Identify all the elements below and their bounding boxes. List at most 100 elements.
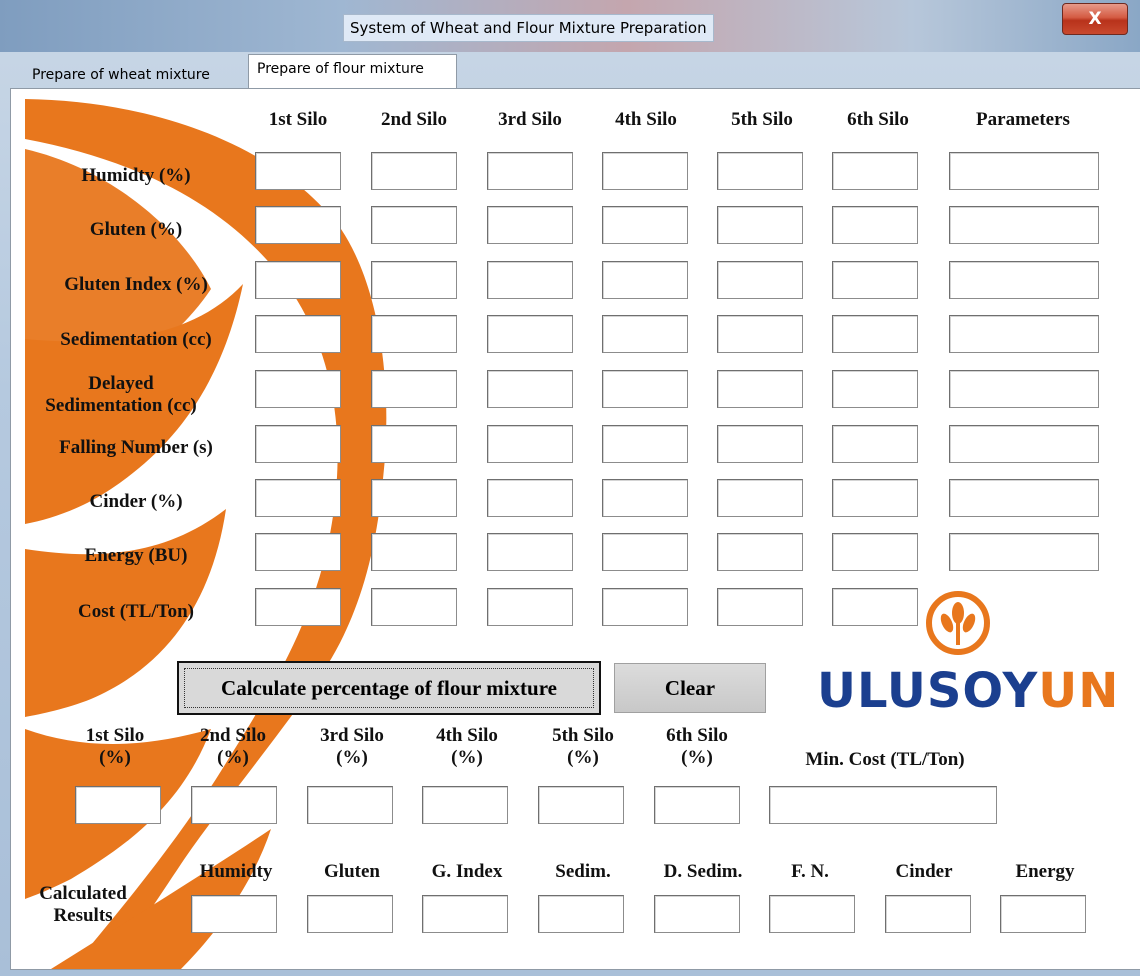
silo6-humidity-input[interactable]	[832, 152, 918, 190]
silo1-energy-input[interactable]	[255, 533, 341, 571]
silo6-falling-number-input[interactable]	[832, 425, 918, 463]
silo1-sedimentation-input[interactable]	[255, 315, 341, 353]
parameter-falling-number-input[interactable]	[949, 425, 1099, 463]
silo2-delayed-sedimentation-input[interactable]	[371, 370, 457, 408]
silo6-delayed-sedimentation-input[interactable]	[832, 370, 918, 408]
silo1-cost-input[interactable]	[255, 588, 341, 626]
result-label-gluten: Gluten	[324, 861, 380, 882]
tab-strip: Prepare of wheat mixture Prepare of flou…	[10, 52, 1138, 88]
silo3-humidity-input[interactable]	[487, 152, 573, 190]
silo3-gluten-input[interactable]	[487, 206, 573, 244]
silo1-gluten-index-input[interactable]	[255, 261, 341, 299]
result-label-cinder: Cinder	[895, 861, 953, 882]
silo6-gluten-input[interactable]	[832, 206, 918, 244]
logo-text-ulusoy: ULUSOY	[817, 663, 1039, 719]
result-humidity-field[interactable]	[191, 895, 277, 933]
min-cost-label: Min. Cost (TL/Ton)	[805, 749, 965, 770]
silo6-sedimentation-input[interactable]	[832, 315, 918, 353]
silo3-percentage-field[interactable]	[307, 786, 393, 824]
silo5-gluten-input[interactable]	[717, 206, 803, 244]
result-falling-number-field[interactable]	[769, 895, 855, 933]
silo5-delayed-sedimentation-input[interactable]	[717, 370, 803, 408]
parameter-gluten-index-input[interactable]	[949, 261, 1099, 299]
silo5-humidity-input[interactable]	[717, 152, 803, 190]
result-sedim-field[interactable]	[538, 895, 624, 933]
silo1-falling-number-input[interactable]	[255, 425, 341, 463]
silo1-gluten-input[interactable]	[255, 206, 341, 244]
close-button[interactable]: X	[1062, 3, 1128, 35]
silo5-gluten-index-input[interactable]	[717, 261, 803, 299]
silo1-cinder-input[interactable]	[255, 479, 341, 517]
col-header-silo3: 3rd Silo	[498, 109, 562, 130]
title-bar[interactable]: System of Wheat and Flour Mixture Prepar…	[0, 0, 1140, 52]
silo3-delayed-sedimentation-input[interactable]	[487, 370, 573, 408]
silo1-percentage-field[interactable]	[75, 786, 161, 824]
parameter-delayed-sedimentation-input[interactable]	[949, 370, 1099, 408]
col-header-silo4: 4th Silo	[615, 109, 677, 130]
result-gluten-field[interactable]	[307, 895, 393, 933]
silo3-energy-input[interactable]	[487, 533, 573, 571]
min-cost-field[interactable]	[769, 786, 997, 824]
silo6-cinder-input[interactable]	[832, 479, 918, 517]
silo2-energy-input[interactable]	[371, 533, 457, 571]
silo2-gluten-index-input[interactable]	[371, 261, 457, 299]
silo4-sedimentation-input[interactable]	[602, 315, 688, 353]
silo6-energy-input[interactable]	[832, 533, 918, 571]
silo6-gluten-index-input[interactable]	[832, 261, 918, 299]
clear-button[interactable]: Clear	[614, 663, 766, 713]
silo5-falling-number-input[interactable]	[717, 425, 803, 463]
silo2-humidity-input[interactable]	[371, 152, 457, 190]
calculate-button[interactable]: Calculate percentage of flour mixture	[177, 661, 601, 715]
silo2-cost-input[interactable]	[371, 588, 457, 626]
silo5-cost-input[interactable]	[717, 588, 803, 626]
pct-label-silo1: 1st Silo (%)	[85, 725, 145, 768]
silo2-sedimentation-input[interactable]	[371, 315, 457, 353]
row-label-sedimentation: Sedimentation (cc)	[60, 329, 212, 350]
silo4-percentage-field[interactable]	[422, 786, 508, 824]
silo5-energy-input[interactable]	[717, 533, 803, 571]
pct-label-silo2: 2nd Silo (%)	[199, 725, 266, 768]
result-g-index-field[interactable]	[422, 895, 508, 933]
silo1-delayed-sedimentation-input[interactable]	[255, 370, 341, 408]
parameter-sedimentation-input[interactable]	[949, 315, 1099, 353]
silo4-gluten-index-input[interactable]	[602, 261, 688, 299]
silo1-humidity-input[interactable]	[255, 152, 341, 190]
app-window: System of Wheat and Flour Mixture Prepar…	[0, 0, 1140, 976]
silo4-energy-input[interactable]	[602, 533, 688, 571]
silo2-percentage-field[interactable]	[191, 786, 277, 824]
pct-label-silo5: 5th Silo (%)	[552, 725, 614, 768]
silo4-delayed-sedimentation-input[interactable]	[602, 370, 688, 408]
silo2-falling-number-input[interactable]	[371, 425, 457, 463]
silo3-gluten-index-input[interactable]	[487, 261, 573, 299]
silo4-gluten-input[interactable]	[602, 206, 688, 244]
silo3-falling-number-input[interactable]	[487, 425, 573, 463]
silo4-cost-input[interactable]	[602, 588, 688, 626]
result-label-humidity: Humidty	[199, 861, 273, 882]
parameter-humidity-input[interactable]	[949, 152, 1099, 190]
result-energy-field[interactable]	[1000, 895, 1086, 933]
silo4-cinder-input[interactable]	[602, 479, 688, 517]
silo4-falling-number-input[interactable]	[602, 425, 688, 463]
silo3-cost-input[interactable]	[487, 588, 573, 626]
result-label-sedim: Sedim.	[555, 861, 611, 882]
silo5-percentage-field[interactable]	[538, 786, 624, 824]
parameter-cinder-input[interactable]	[949, 479, 1099, 517]
silo3-cinder-input[interactable]	[487, 479, 573, 517]
result-label-d-sedim: D. Sedim.	[663, 861, 743, 882]
silo3-sedimentation-input[interactable]	[487, 315, 573, 353]
result-d-sedim-field[interactable]	[654, 895, 740, 933]
silo4-humidity-input[interactable]	[602, 152, 688, 190]
tab-flour-mixture[interactable]: Prepare of flour mixture	[248, 54, 457, 88]
silo6-cost-input[interactable]	[832, 588, 918, 626]
parameter-energy-input[interactable]	[949, 533, 1099, 571]
col-header-silo5: 5th Silo	[731, 109, 793, 130]
silo2-cinder-input[interactable]	[371, 479, 457, 517]
silo5-cinder-input[interactable]	[717, 479, 803, 517]
tab-wheat-mixture[interactable]: Prepare of wheat mixture	[24, 60, 244, 88]
parameter-gluten-input[interactable]	[949, 206, 1099, 244]
silo2-gluten-input[interactable]	[371, 206, 457, 244]
row-label-humidity: Humidty (%)	[81, 165, 191, 186]
result-cinder-field[interactable]	[885, 895, 971, 933]
silo5-sedimentation-input[interactable]	[717, 315, 803, 353]
silo6-percentage-field[interactable]	[654, 786, 740, 824]
